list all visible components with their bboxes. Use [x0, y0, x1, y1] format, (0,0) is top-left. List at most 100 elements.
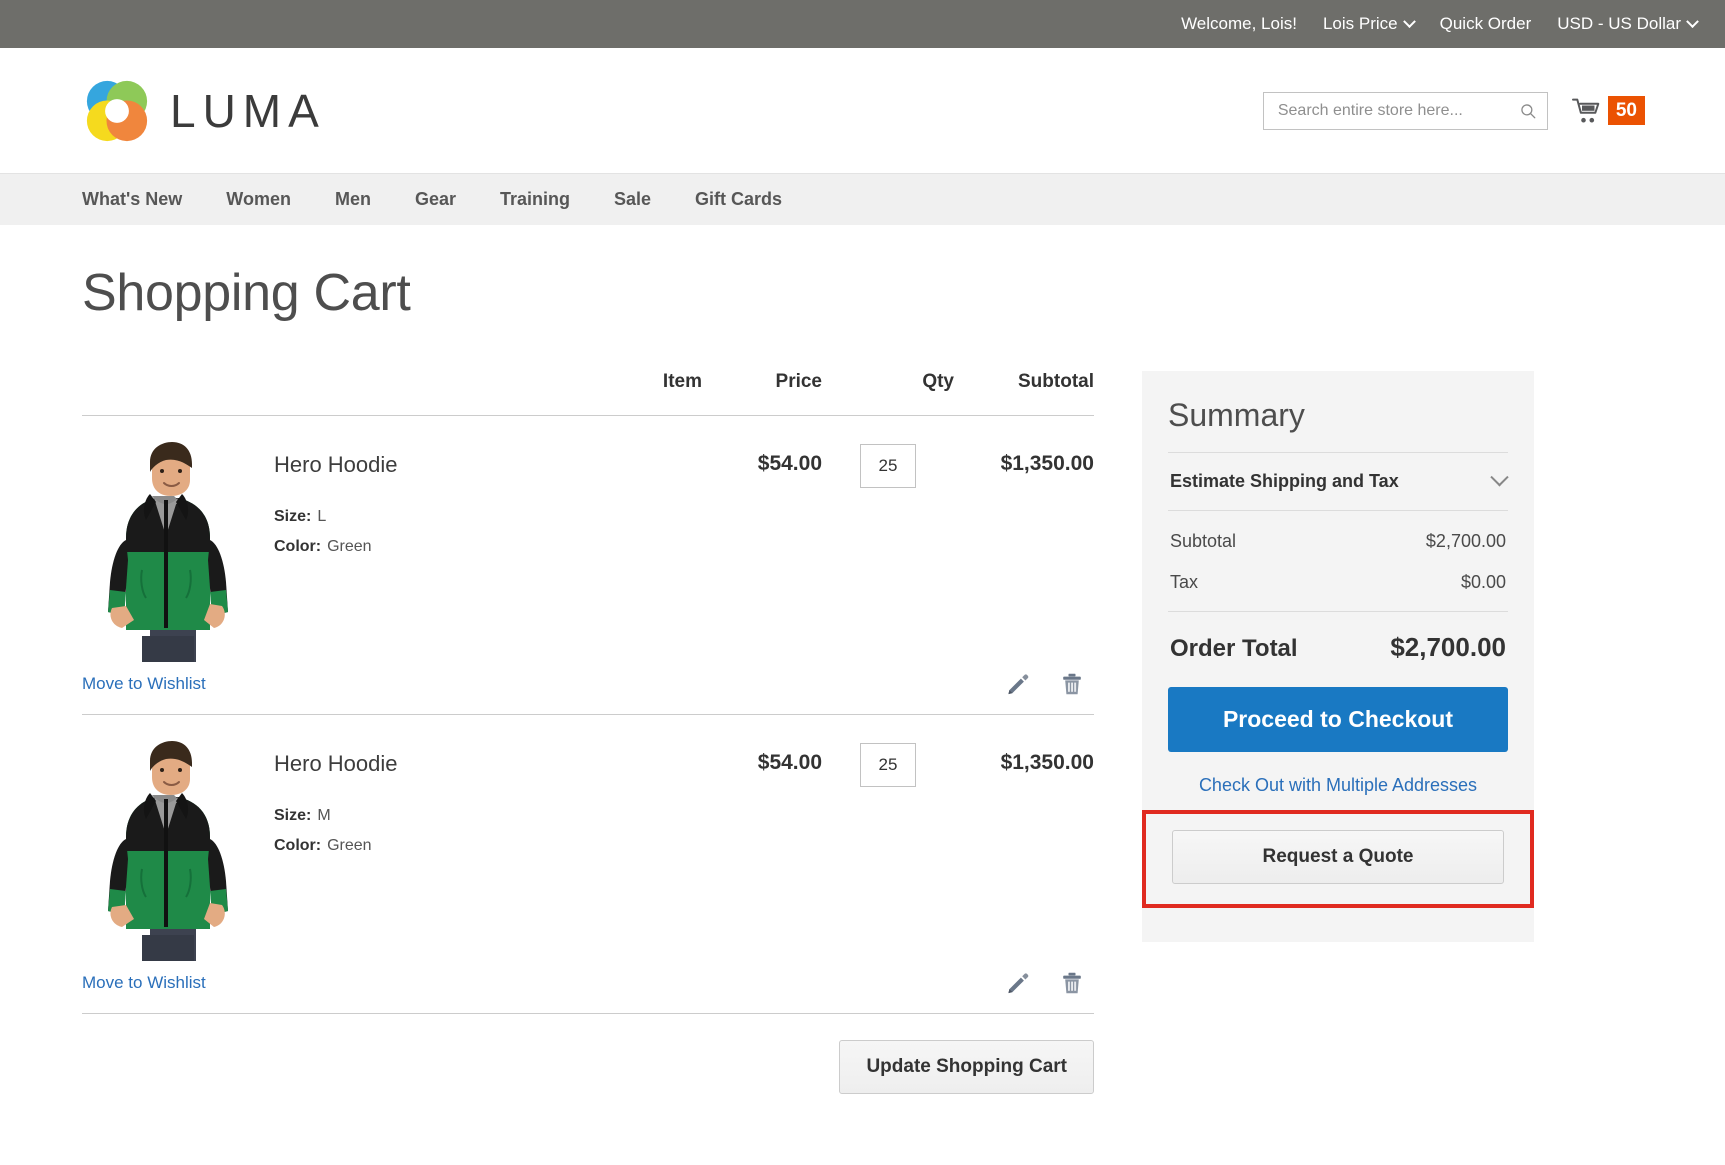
option-value-size: L	[317, 508, 326, 525]
totals-row-tax: Tax $0.00	[1168, 562, 1508, 603]
column-header-item: Item	[82, 371, 702, 416]
hero-hoodie-image	[82, 440, 250, 662]
row-actions-cell: Move to Wishlist	[82, 961, 1094, 1014]
currency-switcher[interactable]: USD - US Dollar	[1557, 14, 1697, 34]
proceed-to-checkout-button[interactable]: Proceed to Checkout	[1168, 687, 1508, 752]
cart-count-badge: 50	[1608, 96, 1645, 126]
product-thumbnail[interactable]	[82, 440, 250, 662]
order-total-amount: $2,700.00	[1390, 632, 1506, 663]
product-subtotal: $1,350.00	[954, 715, 1094, 962]
top-panel: Welcome, Lois! Lois Price Quick Order US…	[0, 0, 1725, 48]
totals-row-subtotal: Subtotal $2,700.00	[1168, 521, 1508, 562]
nav-item-training[interactable]: Training	[500, 189, 570, 210]
summary-title: Summary	[1168, 397, 1508, 434]
multiple-addresses-link[interactable]: Check Out with Multiple Addresses	[1168, 775, 1508, 796]
order-total-label: Order Total	[1170, 635, 1298, 663]
request-a-quote-button[interactable]: Request a Quote	[1172, 830, 1504, 884]
search-box[interactable]	[1263, 92, 1548, 130]
nav-item-gear[interactable]: Gear	[415, 189, 456, 210]
estimate-shipping-tax-toggle[interactable]: Estimate Shipping and Tax	[1168, 452, 1508, 511]
cart-layout: Item Price Qty Subtotal	[82, 371, 1645, 1094]
header-actions: 50	[1263, 92, 1645, 130]
product-details: Hero Hoodie Size: L Color: Green	[274, 440, 398, 662]
table-row: Hero Hoodie Size: M Color: Green	[82, 715, 1094, 962]
option-value-color: Green	[327, 538, 371, 555]
delete-trash-icon[interactable]	[1060, 971, 1084, 995]
hero-hoodie-image	[82, 739, 250, 961]
product-details: Hero Hoodie Size: M Color: Green	[274, 739, 398, 961]
move-to-wishlist-link[interactable]: Move to Wishlist	[82, 674, 206, 694]
cart-footer: Update Shopping Cart	[82, 1014, 1094, 1094]
option-label-color: Color:	[274, 837, 321, 854]
luma-logo-icon	[82, 76, 152, 146]
order-total-row: Order Total $2,700.00	[1168, 611, 1508, 687]
product-option-size: Size: M	[274, 807, 398, 825]
option-label-size: Size:	[274, 508, 311, 525]
cart-items-section: Item Price Qty Subtotal	[82, 371, 1094, 1094]
column-header-qty: Qty	[822, 371, 954, 416]
qty-cell	[822, 715, 954, 962]
totals-label-tax: Tax	[1170, 572, 1198, 593]
table-row: Hero Hoodie Size: L Color: Green	[82, 416, 1094, 663]
search-input[interactable]	[1276, 101, 1519, 121]
product-price: $54.00	[702, 416, 822, 663]
edit-pencil-icon[interactable]	[1006, 672, 1030, 696]
product-option-color: Color: Green	[274, 837, 398, 855]
row-actions: Move to Wishlist	[82, 961, 1094, 1014]
qty-input[interactable]	[860, 444, 916, 488]
update-shopping-cart-button[interactable]: Update Shopping Cart	[839, 1040, 1094, 1094]
page-title: Shopping Cart	[82, 263, 1645, 323]
product-option-size: Size: L	[274, 508, 398, 526]
qty-cell	[822, 416, 954, 663]
account-menu[interactable]: Lois Price	[1323, 14, 1414, 34]
totals-amount-subtotal: $2,700.00	[1426, 531, 1506, 552]
chevron-down-icon	[1686, 15, 1699, 28]
product-thumbnail[interactable]	[82, 739, 250, 961]
delete-trash-icon[interactable]	[1060, 672, 1084, 696]
cart-item-cell: Hero Hoodie Size: M Color: Green	[82, 715, 702, 962]
logo[interactable]: LUMA	[82, 76, 326, 146]
row-icon-group	[1006, 672, 1094, 696]
nav-item-gift-cards[interactable]: Gift Cards	[695, 189, 782, 210]
page-content: Shopping Cart Item Price Qty Subtotal	[0, 263, 1725, 1094]
cart-table: Item Price Qty Subtotal	[82, 371, 1094, 1014]
cart-table-header-row: Item Price Qty Subtotal	[82, 371, 1094, 416]
row-actions: Move to Wishlist	[82, 662, 1094, 715]
account-menu-label: Lois Price	[1323, 14, 1398, 34]
qty-input[interactable]	[860, 743, 916, 787]
row-icon-group	[1006, 971, 1094, 995]
quick-order-link[interactable]: Quick Order	[1440, 14, 1532, 34]
nav-item-sale[interactable]: Sale	[614, 189, 651, 210]
summary-panel: Summary Estimate Shipping and Tax Subtot…	[1142, 371, 1534, 942]
nav-item-whats-new[interactable]: What's New	[82, 189, 182, 210]
cart-item-cell: Hero Hoodie Size: L Color: Green	[82, 416, 702, 663]
logo-text: LUMA	[170, 84, 326, 138]
option-value-color: Green	[327, 837, 371, 854]
chevron-down-icon	[1403, 15, 1416, 28]
totals-list: Subtotal $2,700.00 Tax $0.00	[1168, 511, 1508, 611]
product-name[interactable]: Hero Hoodie	[274, 452, 398, 478]
column-header-subtotal: Subtotal	[954, 371, 1094, 416]
currency-switcher-label: USD - US Dollar	[1557, 14, 1681, 34]
option-label-size: Size:	[274, 807, 311, 824]
nav-item-women[interactable]: Women	[226, 189, 291, 210]
column-header-price: Price	[702, 371, 822, 416]
move-to-wishlist-link[interactable]: Move to Wishlist	[82, 973, 206, 993]
row-actions-cell: Move to Wishlist	[82, 662, 1094, 715]
edit-pencil-icon[interactable]	[1006, 971, 1030, 995]
nav-item-men[interactable]: Men	[335, 189, 371, 210]
shopping-cart-icon[interactable]	[1572, 98, 1602, 124]
totals-amount-tax: $0.00	[1461, 572, 1506, 593]
product-option-color: Color: Green	[274, 538, 398, 556]
request-quote-highlight: Request a Quote	[1142, 810, 1534, 908]
estimate-shipping-tax-label: Estimate Shipping and Tax	[1170, 471, 1399, 492]
main-navigation: What's New Women Men Gear Training Sale …	[0, 173, 1725, 225]
product-price: $54.00	[702, 715, 822, 962]
option-value-size: M	[317, 807, 330, 824]
site-header: LUMA 50	[0, 48, 1725, 173]
option-label-color: Color:	[274, 538, 321, 555]
search-icon[interactable]	[1519, 102, 1537, 120]
totals-label-subtotal: Subtotal	[1170, 531, 1236, 552]
product-name[interactable]: Hero Hoodie	[274, 751, 398, 777]
minicart[interactable]: 50	[1572, 96, 1645, 126]
